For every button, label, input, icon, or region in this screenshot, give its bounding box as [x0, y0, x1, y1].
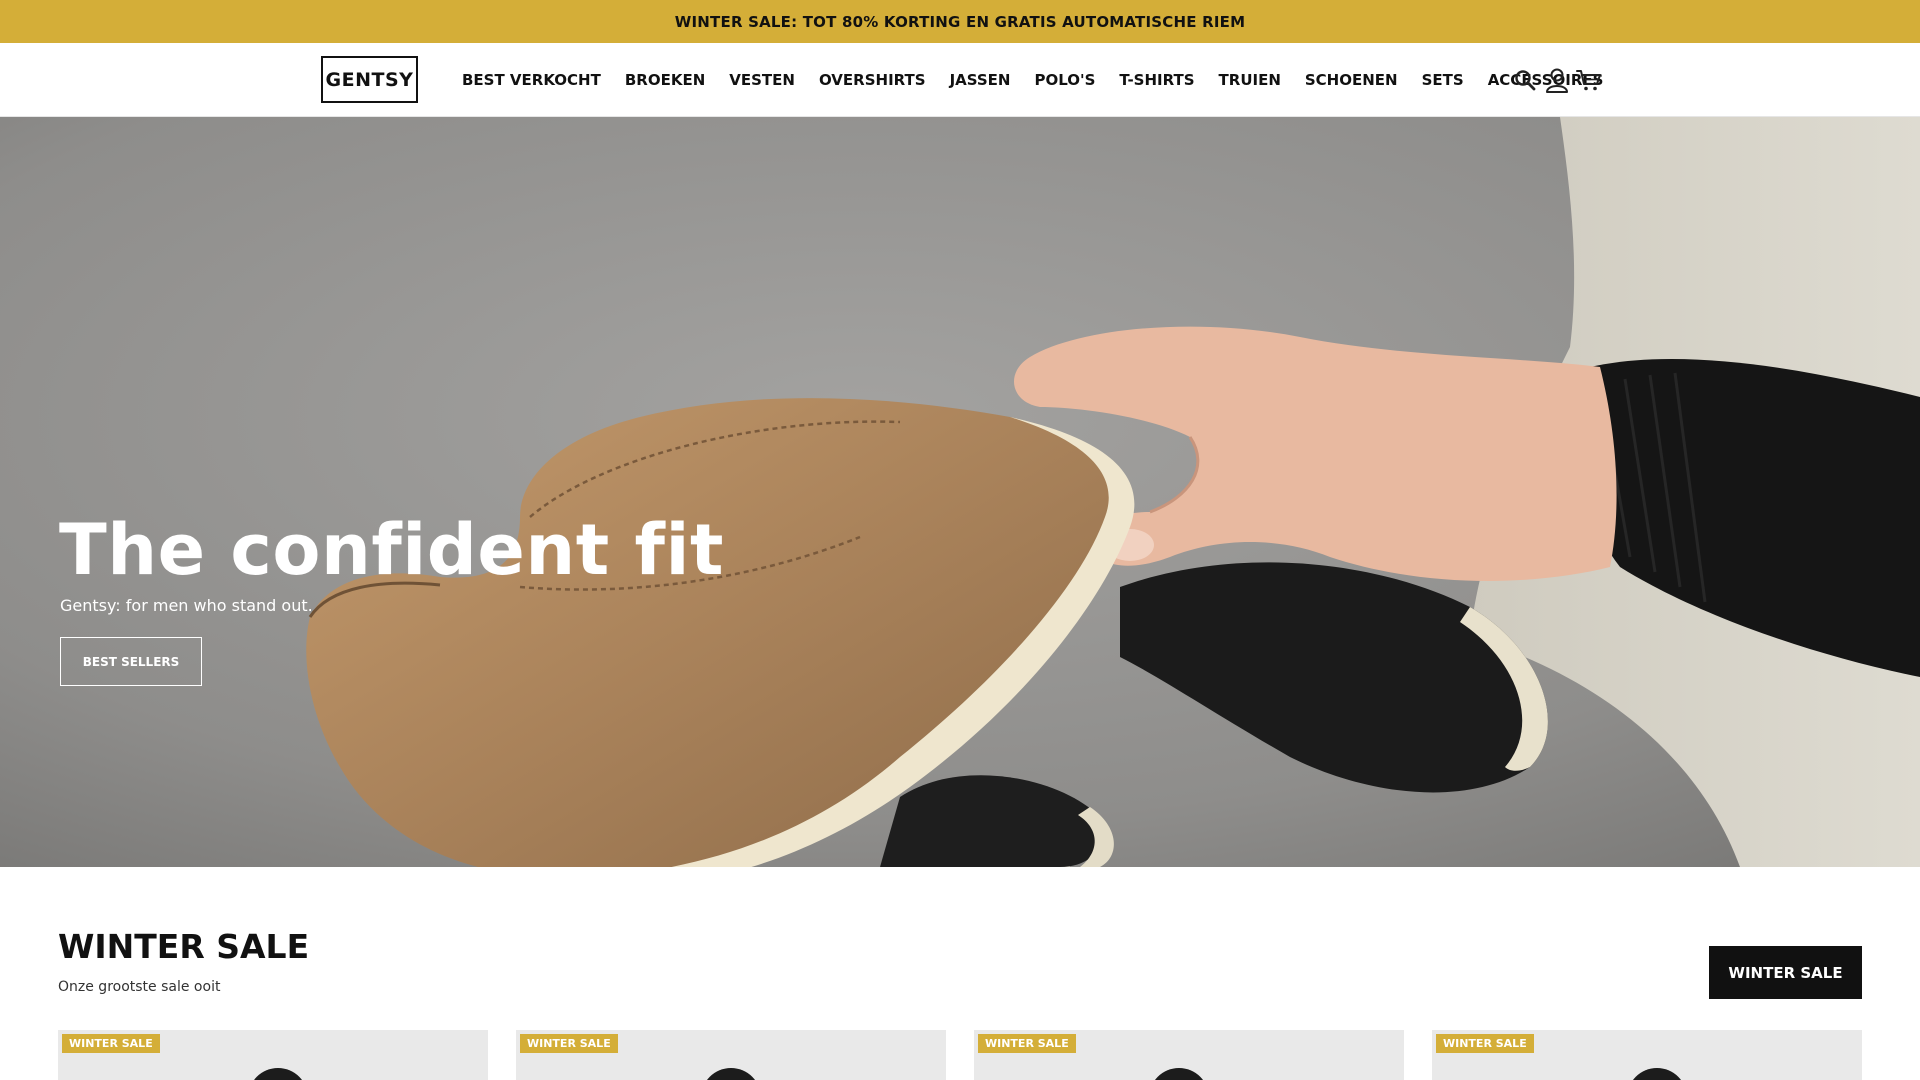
product-card[interactable]: WINTER SALE [516, 1030, 946, 1080]
announcement-bar: WINTER SALE: TOT 80% KORTING EN GRATIS A… [0, 0, 1920, 43]
nav-item-sets[interactable]: SETS [1422, 71, 1464, 89]
header-actions [1512, 43, 1608, 117]
product-image [1627, 1068, 1687, 1080]
hero-banner: The confident fit Gentsy: for men who st… [0, 117, 1920, 867]
account-icon[interactable] [1544, 66, 1570, 94]
site-header: GENTSY BEST VERKOCHT BROEKEN VESTEN OVER… [0, 43, 1920, 117]
product-card[interactable]: WINTER SALE [1432, 1030, 1862, 1080]
product-grid: WINTER SALE WINTER SALE WINTER SALE WINT… [58, 1030, 1862, 1080]
nav-item-vesten[interactable]: VESTEN [729, 71, 795, 89]
winter-sale-button[interactable]: WINTER SALE [1709, 946, 1862, 999]
product-image [1149, 1068, 1209, 1080]
search-icon[interactable] [1512, 66, 1538, 94]
nav-item-truien[interactable]: TRUIEN [1219, 71, 1281, 89]
hero-title: The confident fit [59, 509, 724, 591]
sale-badge: WINTER SALE [978, 1034, 1076, 1053]
winter-sale-section: WINTER SALE Onze grootste sale ooit WINT… [0, 867, 1920, 1080]
product-card[interactable]: WINTER SALE [58, 1030, 488, 1080]
main-nav: BEST VERKOCHT BROEKEN VESTEN OVERSHIRTS … [462, 43, 1603, 117]
nav-item-t-shirts[interactable]: T-SHIRTS [1119, 71, 1194, 89]
sale-badge: WINTER SALE [62, 1034, 160, 1053]
section-subtitle: Onze grootste sale ooit [58, 979, 221, 995]
nav-item-best-verkocht[interactable]: BEST VERKOCHT [462, 71, 601, 89]
section-title: WINTER SALE [58, 927, 310, 966]
nav-item-schoenen[interactable]: SCHOENEN [1305, 71, 1398, 89]
hero-subtitle: Gentsy: for men who stand out. [60, 596, 313, 615]
logo[interactable]: GENTSY [321, 56, 418, 103]
sale-badge: WINTER SALE [520, 1034, 618, 1053]
nav-item-broeken[interactable]: BROEKEN [625, 71, 705, 89]
best-sellers-button[interactable]: BEST SELLERS [60, 637, 202, 686]
sale-badge: WINTER SALE [1436, 1034, 1534, 1053]
product-image [248, 1068, 308, 1080]
product-card[interactable]: WINTER SALE [974, 1030, 1404, 1080]
product-image [701, 1068, 761, 1080]
cart-icon[interactable] [1576, 66, 1602, 94]
nav-item-polos[interactable]: POLO'S [1035, 71, 1096, 89]
announcement-text: WINTER SALE: TOT 80% KORTING EN GRATIS A… [674, 12, 1246, 31]
nav-item-jassen[interactable]: JASSEN [950, 71, 1011, 89]
hero-image [0, 117, 1920, 867]
nav-item-overshirts[interactable]: OVERSHIRTS [819, 71, 926, 89]
